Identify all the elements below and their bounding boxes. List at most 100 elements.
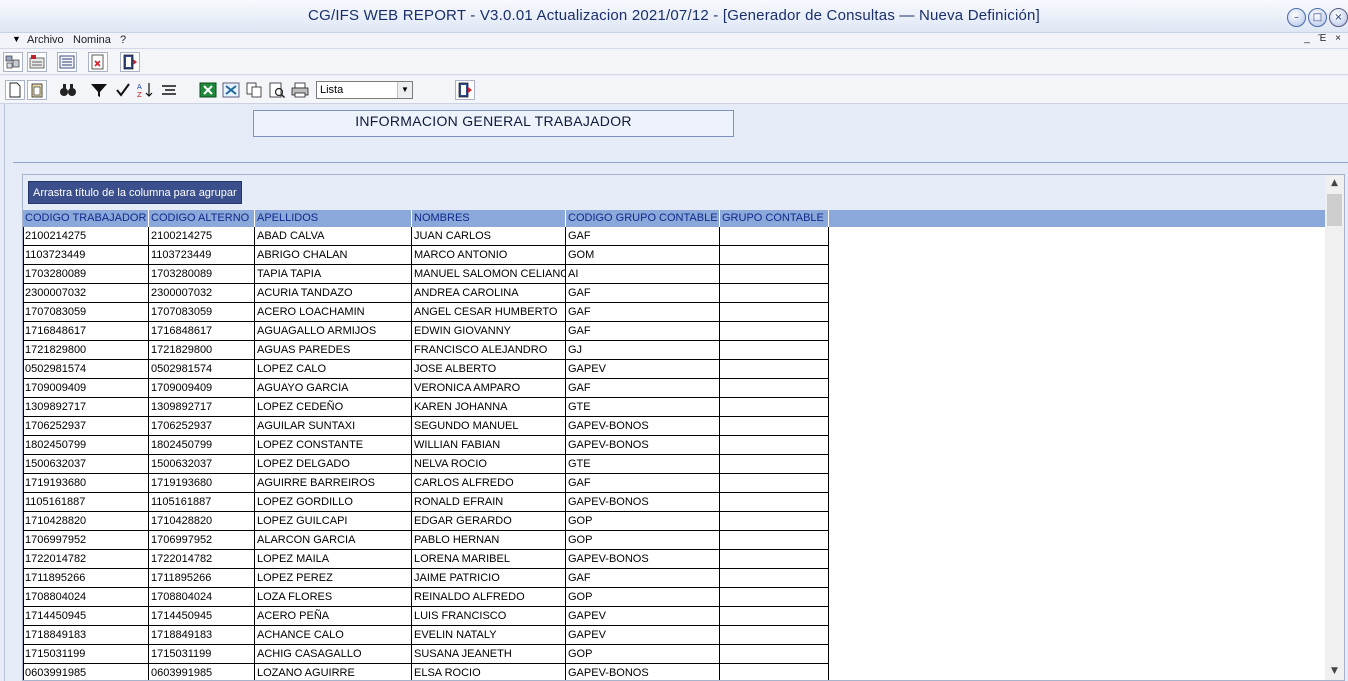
table-cell[interactable]: 1719193680 (149, 474, 255, 493)
table-row[interactable]: 1715031199 1715031199 ACHIG CASAGALLO SUSAN… (23, 645, 829, 664)
table-cell[interactable]: LOPEZ PEREZ (255, 569, 412, 588)
binoculars-icon[interactable] (58, 80, 78, 100)
table-cell[interactable]: LOZANO AGUIRRE (255, 664, 412, 680)
menu-help[interactable]: ? (120, 34, 126, 46)
table-cell[interactable]: 0603991985 (149, 664, 255, 680)
results-grid[interactable]: Arrastra título de la columna para agrup… (22, 174, 1345, 681)
scroll-up-icon[interactable]: ▲ (1325, 175, 1344, 192)
table-cell[interactable]: ABAD CALVA (255, 227, 412, 246)
form-icon[interactable] (57, 52, 77, 72)
column-header[interactable]: APELLIDOS (255, 210, 412, 227)
table-cell[interactable]: WILLIAN FABIAN (412, 436, 566, 455)
table-cell[interactable] (720, 246, 829, 265)
table-cell[interactable]: LOPEZ DELGADO (255, 455, 412, 474)
print-preview-icon[interactable] (267, 80, 287, 100)
column-header[interactable]: CODIGO GRUPO CONTABLE (566, 210, 720, 227)
table-cell[interactable]: 1706252937 (149, 417, 255, 436)
table-cell[interactable]: 1500632037 (149, 455, 255, 474)
table-row[interactable]: 1714450945 1714450945 ACERO PEÑA LUIS FRANC… (23, 607, 829, 626)
menu-archivo[interactable]: Archivo (27, 34, 64, 46)
table-cell[interactable]: 1722014782 (149, 550, 255, 569)
table-cell[interactable]: 1706997952 (149, 531, 255, 550)
table-cell[interactable]: GAF (566, 227, 720, 246)
table-cell[interactable]: EVELIN NATALY (412, 626, 566, 645)
table-cell[interactable] (720, 607, 829, 626)
table-cell[interactable]: 0603991985 (23, 664, 149, 680)
table-cell[interactable]: GTE (566, 398, 720, 417)
table-cell[interactable]: 1103723449 (23, 246, 149, 265)
table-cell[interactable]: AGUAYO GARCIA (255, 379, 412, 398)
table-cell[interactable]: LOPEZ MAILA (255, 550, 412, 569)
view-mode-select[interactable]: Lista ▼ (316, 81, 413, 99)
table-cell[interactable]: GOM (566, 246, 720, 265)
table-cell[interactable]: JAIME PATRICIO (412, 569, 566, 588)
table-cell[interactable]: 1721829800 (149, 341, 255, 360)
table-row[interactable]: 1103723449 1103723449 ABRIGO CHALAN MARCO A… (23, 246, 829, 265)
table-row[interactable]: 0603991985 0603991985 LOZANO AGUIRRE ELSA R… (23, 664, 829, 680)
table-cell[interactable]: 1103723449 (149, 246, 255, 265)
table-cell[interactable]: 2300007032 (23, 284, 149, 303)
table-row[interactable]: 1719193680 1719193680 AGUIRRE BARREIROS CAR… (23, 474, 829, 493)
table-cell[interactable]: JOSE ALBERTO (412, 360, 566, 379)
table-cell[interactable]: 1703280089 (149, 265, 255, 284)
table-cell[interactable]: 1309892717 (149, 398, 255, 417)
table-cell[interactable]: 0502981574 (149, 360, 255, 379)
table-cell[interactable]: REINALDO ALFREDO (412, 588, 566, 607)
table-row[interactable]: 1722014782 1722014782 LOPEZ MAILA LORENA MA… (23, 550, 829, 569)
table-cell[interactable]: GOP (566, 588, 720, 607)
scrollbar-thumb[interactable] (1327, 194, 1342, 226)
table-cell[interactable]: 1715031199 (23, 645, 149, 664)
table-row[interactable]: 0502981574 0502981574 LOPEZ CALO JOSE ALBER… (23, 360, 829, 379)
table-cell[interactable]: 1716848617 (149, 322, 255, 341)
table-row[interactable]: 1802450799 1802450799 LOPEZ CONSTANTE WILLI… (23, 436, 829, 455)
table-cell[interactable]: 1706997952 (23, 531, 149, 550)
menu-nomina[interactable]: Nomina (73, 34, 111, 46)
restore-button[interactable]: □ (1308, 8, 1327, 27)
table-cell[interactable]: LOPEZ GORDILLO (255, 493, 412, 512)
table-cell[interactable]: 1714450945 (23, 607, 149, 626)
table-row[interactable]: 1706997952 1706997952 ALARCON GARCIA PABLO … (23, 531, 829, 550)
exit-icon[interactable] (455, 80, 475, 100)
table-cell[interactable]: 1714450945 (149, 607, 255, 626)
table-cell[interactable]: 1718849183 (149, 626, 255, 645)
table-cell[interactable]: MANUEL SALOMON CELIANO (412, 265, 566, 284)
table-cell[interactable]: 1708804024 (23, 588, 149, 607)
table-cell[interactable] (720, 398, 829, 417)
table-cell[interactable] (720, 284, 829, 303)
table-cell[interactable]: 1707083059 (23, 303, 149, 322)
table-cell[interactable]: JUAN CARLOS (412, 227, 566, 246)
close-button[interactable]: × (1329, 8, 1348, 27)
table-cell[interactable]: ACHIG CASAGALLO (255, 645, 412, 664)
table-cell[interactable]: FRANCISCO ALEJANDRO (412, 341, 566, 360)
table-cell[interactable]: GAPEV (566, 626, 720, 645)
table-cell[interactable]: 1105161887 (149, 493, 255, 512)
scroll-down-icon[interactable]: ▼ (1325, 663, 1344, 680)
new-document-icon[interactable] (5, 80, 25, 100)
table-cell[interactable]: 1802450799 (23, 436, 149, 455)
table-cell[interactable]: AGUAS PAREDES (255, 341, 412, 360)
table-cell[interactable] (720, 531, 829, 550)
table-cell[interactable]: 1719193680 (23, 474, 149, 493)
mdi-child-controls[interactable]: _ Έ × (1304, 33, 1344, 44)
filter-icon[interactable] (89, 80, 109, 100)
table-cell[interactable]: ANGEL CESAR HUMBERTO (412, 303, 566, 322)
sort-az-icon[interactable]: AZ (135, 80, 155, 100)
table-cell[interactable]: GAF (566, 303, 720, 322)
table-cell[interactable] (720, 664, 829, 680)
table-cell[interactable]: GOP (566, 531, 720, 550)
table-cell[interactable]: PABLO HERNAN (412, 531, 566, 550)
table-cell[interactable] (720, 645, 829, 664)
table-cell[interactable] (720, 455, 829, 474)
table-cell[interactable]: GOP (566, 645, 720, 664)
table-cell[interactable]: NELVA ROCIO (412, 455, 566, 474)
table-cell[interactable]: GAF (566, 569, 720, 588)
table-cell[interactable] (720, 360, 829, 379)
table-cell[interactable] (720, 303, 829, 322)
table-cell[interactable] (720, 550, 829, 569)
table-cell[interactable] (720, 436, 829, 455)
table-cell[interactable]: VERONICA AMPARO (412, 379, 566, 398)
table-cell[interactable] (720, 227, 829, 246)
minimize-button[interactable]: – (1287, 8, 1306, 27)
table-cell[interactable]: GOP (566, 512, 720, 531)
vertical-scrollbar[interactable]: ▲ ▼ (1325, 175, 1344, 680)
